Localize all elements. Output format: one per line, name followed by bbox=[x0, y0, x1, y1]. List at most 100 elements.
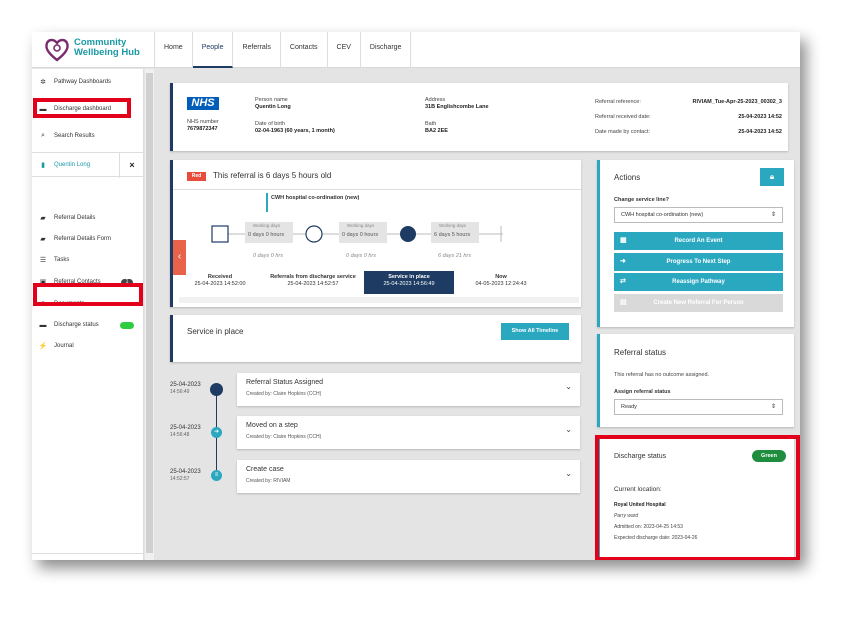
timeline-prev-button[interactable]: ‹ bbox=[173, 240, 186, 275]
duration-value-3: 6 days 5 hours bbox=[434, 232, 471, 238]
timeline-date-1: 25-04-2023 14:56:49 bbox=[170, 382, 201, 396]
chevron-down-icon[interactable]: ⌄ bbox=[565, 425, 572, 434]
stage-received: Received 25-04-2023 14:52:00 bbox=[191, 274, 249, 288]
lock-icon: 🔒︎ bbox=[769, 172, 775, 181]
stage-discharge-circle bbox=[305, 225, 323, 243]
bed-icon: ▬ bbox=[39, 321, 47, 329]
highlight-discharge-dashboard bbox=[33, 98, 131, 118]
sidebar-item-label: Tasks bbox=[54, 257, 70, 263]
sidebar-item-label: Quentin Long bbox=[54, 162, 91, 168]
sidebar-item-journal[interactable]: ⚡ Journal bbox=[32, 336, 144, 356]
sidebar-divider bbox=[32, 553, 144, 554]
referral-received-label: Referral received date: bbox=[595, 114, 651, 120]
timeline-event-status-assigned[interactable]: Referral Status Assigned Created by: Cla… bbox=[237, 373, 580, 406]
show-all-timeline-button[interactable]: Show All Timeline bbox=[501, 323, 569, 340]
actions-card: Actions 🔒︎ Change service line? CWH hosp… bbox=[597, 160, 794, 327]
event-date: 25-04-2023 bbox=[170, 382, 201, 388]
service-line-select[interactable]: CWH hospital co-ordination (new) ⇕ bbox=[614, 207, 783, 223]
sidebar-item-referral-details-form[interactable]: ▰ Referral Details Form bbox=[32, 229, 144, 249]
button-label: Reassign Pathway bbox=[672, 279, 725, 285]
scrollbar-thumb[interactable] bbox=[146, 73, 153, 553]
address-city: Bath bbox=[425, 121, 437, 127]
heart-logo-icon bbox=[45, 38, 69, 62]
timeline-node-status bbox=[210, 383, 223, 396]
sidebar-item-referral-details[interactable]: ▰ Referral Details bbox=[32, 208, 144, 228]
tab-discharge[interactable]: Discharge bbox=[361, 32, 412, 68]
sidebar-item-label: Referral Details bbox=[54, 215, 96, 221]
duration-value-2: 0 days 0 hours bbox=[342, 232, 379, 238]
app-window: Community Wellbeing Hub Home People Refe… bbox=[32, 32, 800, 560]
close-person-button[interactable]: × bbox=[119, 153, 144, 178]
stage-date: 04-05-2023 12:24:43 bbox=[475, 281, 527, 287]
sidebar-item-search-results[interactable]: ⌕ Search Results bbox=[32, 126, 144, 146]
event-title: Moved on a step bbox=[246, 422, 298, 429]
community-wellbeing-hub-logo[interactable]: Community Wellbeing Hub bbox=[44, 37, 149, 63]
duration-label-1: Working days bbox=[253, 223, 281, 228]
button-label: Record An Event bbox=[674, 238, 723, 244]
tab-home[interactable]: Home bbox=[155, 32, 193, 68]
folder-icon: ▰ bbox=[40, 236, 46, 243]
stage-now: Now 04-05-2023 12:24:43 bbox=[466, 274, 536, 288]
select-caret-icon: ⇕ bbox=[770, 212, 776, 218]
rag-status-badge: Red bbox=[187, 172, 206, 181]
referral-age-text: This referral is 6 days 5 hours old bbox=[213, 171, 332, 180]
sidebar-item-label: Pathway Dashboards bbox=[54, 79, 112, 85]
horizontal-scrollbar[interactable] bbox=[179, 297, 579, 303]
lock-button[interactable]: 🔒︎ bbox=[760, 168, 784, 186]
timeline-date-2: 25-04-2023 14:56:48 bbox=[170, 425, 201, 439]
progress-next-step-button[interactable]: ➜ Progress To Next Step bbox=[614, 253, 783, 271]
event-title: Create case bbox=[246, 466, 284, 473]
stage-service-circle bbox=[400, 226, 416, 242]
event-date: 25-04-2023 bbox=[170, 469, 201, 475]
address-line1: 31B Englishcombe Lane bbox=[425, 104, 489, 110]
event-creator: Created by: Claire Hopkins (CCH) bbox=[246, 391, 322, 397]
document-icon: ▮ bbox=[41, 162, 45, 169]
search-icon: ⌕ bbox=[41, 132, 45, 139]
event-date: 25-04-2023 bbox=[170, 425, 201, 431]
tab-contacts[interactable]: Contacts bbox=[281, 32, 328, 68]
referral-status-select[interactable]: Ready ⇕ bbox=[614, 399, 783, 415]
address-postcode: BA2 2EE bbox=[425, 128, 448, 134]
selected-person-row: ▮ Quentin Long × bbox=[32, 152, 144, 178]
button-label: Progress To Next Step bbox=[666, 259, 731, 265]
event-creator: Created by: Claire Hopkins (CCH) bbox=[246, 434, 322, 440]
dob-label: Date of birth bbox=[255, 121, 285, 127]
reassign-pathway-button[interactable]: ⇄ Reassign Pathway bbox=[614, 273, 783, 291]
stage-date: 25-04-2023 14:52:00 bbox=[194, 281, 246, 287]
current-step-marker bbox=[266, 193, 268, 212]
timeline-event-moved-step[interactable]: Moved on a step Created by: Claire Hopki… bbox=[237, 416, 580, 449]
tab-cev[interactable]: CEV bbox=[328, 32, 361, 68]
sidebar-item-pathway-dashboards[interactable]: ✲ Pathway Dashboards bbox=[32, 72, 144, 92]
top-navigation-bar: Community Wellbeing Hub Home People Refe… bbox=[32, 32, 800, 68]
sidebar-item-label: Discharge status bbox=[54, 322, 99, 328]
main-tabs: Home People Referrals Contacts CEV Disch… bbox=[154, 32, 412, 68]
chevron-down-icon[interactable]: ⌄ bbox=[565, 382, 572, 391]
timeline-event-create-case[interactable]: Create case Created by: RIVIAM ⌄ bbox=[237, 460, 580, 493]
dashboard-icon: ✲ bbox=[40, 79, 46, 86]
current-step-label: CWH hospital co-ordination (new) bbox=[271, 195, 360, 201]
document-icon: ▤ bbox=[620, 299, 627, 306]
elapsed-2: 0 days 0 hrs bbox=[346, 253, 376, 259]
nhs-number-value: 7679872347 bbox=[187, 126, 218, 132]
arrow-right-icon: ➜ bbox=[211, 427, 222, 438]
sidebar-scrollbar[interactable] bbox=[145, 69, 154, 560]
address-label: Address bbox=[425, 97, 446, 103]
person-name-value: Quentin Long bbox=[255, 104, 291, 110]
sidebar-item-tasks[interactable]: ☰ Tasks bbox=[32, 250, 144, 270]
highlight-discharge-card bbox=[595, 435, 800, 560]
stage-date: 25-04-2023 14:56:49 bbox=[383, 281, 435, 287]
duration-value-1: 0 days 0 hours bbox=[248, 232, 285, 238]
discharge-status-toggle[interactable] bbox=[120, 322, 134, 329]
chevron-down-icon[interactable]: ⌄ bbox=[565, 469, 572, 478]
event-time: 14:56:48 bbox=[170, 432, 190, 438]
tab-referrals[interactable]: Referrals bbox=[233, 32, 281, 68]
duration-label-3: Working days bbox=[439, 223, 467, 228]
shuffle-icon: ⇄ bbox=[620, 278, 626, 285]
create-new-referral-button[interactable]: ▤ Create New Referral For Person bbox=[614, 294, 783, 312]
list-icon: ☰ bbox=[39, 257, 47, 264]
journal-icon: ⚡ bbox=[38, 343, 48, 350]
tab-people[interactable]: People bbox=[192, 32, 234, 68]
event-time: 14:52:57 bbox=[170, 476, 190, 482]
calendar-icon: ▦ bbox=[620, 237, 627, 244]
record-event-button[interactable]: ▦ Record An Event bbox=[614, 232, 783, 250]
